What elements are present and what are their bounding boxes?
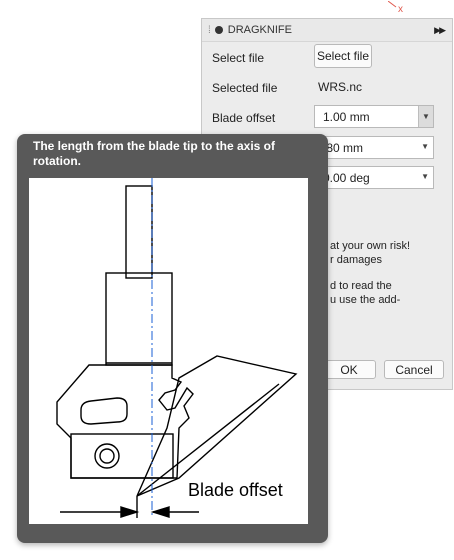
value-input-2[interactable]: .80 mm ▼ — [314, 136, 434, 159]
blade-offset-diagram-label: Blade offset — [188, 480, 283, 500]
blade-offset-input[interactable]: 1.00 mm ▼ — [314, 105, 434, 128]
blade-diagram: Blade offset — [29, 178, 308, 524]
close-x-icon[interactable]: x — [387, 0, 408, 15]
warning-line-2: r damages — [330, 254, 382, 266]
expand-arrows-icon[interactable]: ▶▶ — [434, 25, 446, 36]
blade-offset-tooltip: The length from the blade tip to the axi… — [17, 134, 328, 543]
selected-file-value: WRS.nc — [318, 80, 363, 94]
dropdown-arrow-icon[interactable]: ▼ — [421, 172, 429, 181]
warning-line-1: at your own risk! — [330, 240, 411, 252]
svg-text:x: x — [398, 4, 403, 13]
ok-button[interactable]: OK — [322, 360, 376, 379]
panel-title: DRAGKNIFE — [227, 24, 292, 36]
value-3-text: 0.00 deg — [323, 170, 370, 185]
dropdown-arrow-icon[interactable]: ▼ — [421, 142, 429, 151]
collapse-dot-icon[interactable] — [214, 26, 223, 34]
select-file-label: Select file — [212, 51, 265, 65]
value-input-3[interactable]: 0.00 deg ▼ — [314, 166, 434, 189]
value-2-text: .80 mm — [323, 140, 364, 155]
select-file-button[interactable]: Select file — [314, 44, 372, 68]
dropdown-arrow-icon[interactable]: ▼ — [418, 106, 433, 127]
selected-file-label: Selected file — [212, 81, 278, 95]
blade-offset-label: Blade offset — [212, 111, 276, 125]
warning-line-3: d to read the — [330, 280, 392, 292]
cancel-button[interactable]: Cancel — [384, 360, 444, 379]
panel-header[interactable]: ⁞ DRAGKNIFE ▶▶ — [202, 19, 452, 42]
blade-offset-value: 1.00 mm — [323, 109, 370, 124]
tooltip-text: The length from the blade tip to the axi… — [33, 139, 276, 168]
warning-line-4: u use the add- — [330, 294, 401, 306]
drag-handle-icon[interactable]: ⁞ — [208, 25, 211, 36]
